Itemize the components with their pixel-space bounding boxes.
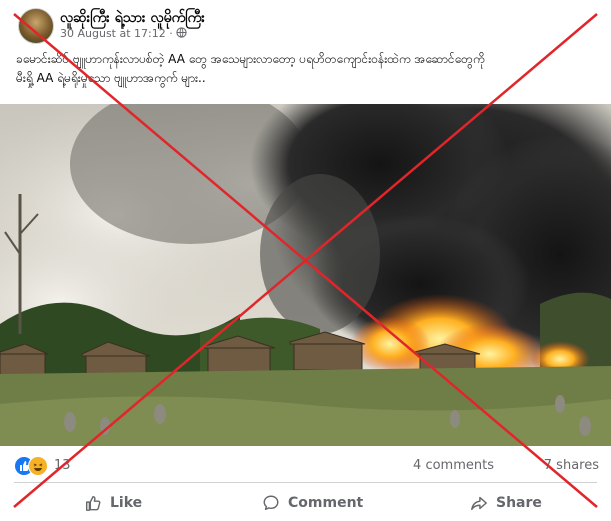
- avatar[interactable]: [18, 8, 54, 44]
- post-text-line: ခမောင်းဆိပ် ဗျူဟာကုန်းလာပစ်တဲ့ AA တွေ အသ…: [16, 52, 485, 66]
- post-photo[interactable]: [0, 104, 611, 446]
- divider: [14, 482, 597, 483]
- haha-reaction-icon: [28, 456, 48, 476]
- post-text-line: မီးရှို့ AA ရဲ့မရိုးမှုသော ဗျူဟာအကွက် မျ…: [16, 71, 206, 85]
- comment-button[interactable]: Comment: [262, 486, 363, 520]
- share-icon: [471, 496, 487, 511]
- post-stats: 13 4 comments 7 shares: [14, 454, 599, 476]
- burning-village-photo: [0, 104, 611, 446]
- post-header: လူဆိုးကြီး ရဲ့သား လူမိုက်ကြီး 30 August …: [8, 6, 603, 44]
- author-name[interactable]: လူဆိုးကြီး ရဲ့သား လူမိုက်ကြီး: [60, 8, 205, 29]
- comment-icon: [263, 495, 279, 511]
- facebook-post: လူဆိုးကြီး ရဲ့သား လူမိုက်ကြီး 30 August …: [0, 0, 611, 521]
- share-label: Share: [496, 495, 542, 511]
- timestamp[interactable]: 30 August at 17:12 ·: [60, 27, 173, 40]
- globe-icon: [176, 27, 187, 38]
- thumbs-up-icon: [85, 495, 101, 511]
- share-button[interactable]: Share: [470, 486, 542, 520]
- shares-count[interactable]: 7 shares: [544, 458, 599, 473]
- post-meta: 30 August at 17:12 ·: [60, 27, 187, 40]
- post-text: ခမောင်းဆိပ် ဗျူဟာကုန်းလာပစ်တဲ့ AA တွေ အသ…: [16, 50, 601, 88]
- reaction-count: 13: [54, 458, 71, 473]
- like-button[interactable]: Like: [84, 486, 142, 520]
- like-label: Like: [110, 495, 143, 511]
- comment-label: Comment: [288, 495, 364, 511]
- comments-count[interactable]: 4 comments: [413, 458, 494, 473]
- action-bar: Like Comment Share: [0, 486, 611, 520]
